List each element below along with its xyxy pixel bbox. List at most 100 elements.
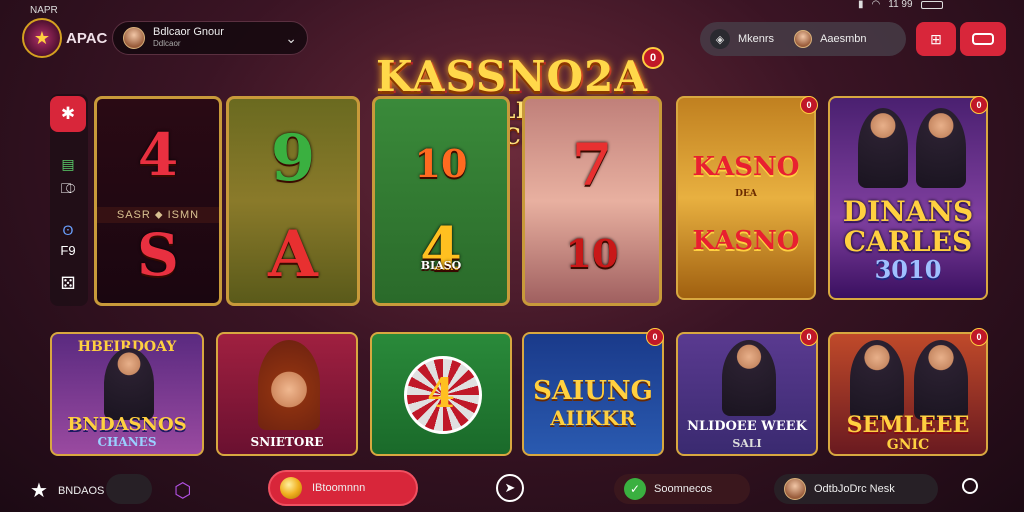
tile-nlidoee-line1: NLIDOEE WEEK [687,419,807,434]
tile-kasno-mid: DEA [735,189,757,199]
app-title: APAC [66,30,108,47]
compass-icon: ➤ [504,480,516,495]
reel-4-bottom-symbol: 10 [565,231,619,276]
compass-icon[interactable]: ◈ [710,29,730,49]
user-name: Bdlcaor Gnour [153,26,224,38]
person-image [850,340,904,420]
tile-saiung[interactable]: SAIUNG AIIKKR [522,332,664,456]
reel-4-top-symbol: 7 [571,131,613,199]
signal-icon: ▮ [858,0,864,10]
profile-pill[interactable]: OdtbJoDrc Nesk [774,474,938,504]
reel-2[interactable]: 9 A [226,96,360,306]
reel-1[interactable]: 4 SASR ⬥ ISMN S [94,96,222,306]
tile-semleee-line1: SEMLEEE [846,412,970,438]
tile-sneltore[interactable]: SNIETORE [216,332,358,456]
person-image [914,340,968,420]
tile-nlidoee-badge: 0 [800,328,818,346]
hero-title: KASSNO2A [376,52,648,101]
tile-saiung-line2: AIIKKR [550,406,636,430]
chevron-down-icon: ⌄ [285,29,297,46]
tile-nlidoee-line2: SALI [732,437,762,450]
coin-icon [280,477,302,499]
avatar [784,478,806,500]
user-profile-dropdown[interactable]: Bdlcaor Gnour Ddlcaor ⌄ [112,21,308,55]
tile-binasnos[interactable]: HBEIRDOAY BNDASNOS CHANES [50,332,204,456]
tile-chips[interactable]: 4 [370,332,512,456]
reel-2-bottom-symbol: A [268,217,318,292]
cube-icon[interactable]: ⬡ [174,478,191,503]
tile-sneltore-line1: SNIETORE [250,435,324,449]
reel-4[interactable]: 7 10 [522,96,662,306]
menu-button[interactable] [960,22,1006,56]
person-image [858,108,908,188]
compass-button[interactable]: ➤ [496,474,524,502]
user-subtitle: Ddlcaor [153,39,181,48]
controller-icon: ⎄ [60,179,76,196]
header-right-pill[interactable]: ◈ Mkenrs Aaesmbn [700,22,906,56]
hero-badge: 0 [642,47,664,69]
tile-dinans-line2: CARLES [843,225,973,258]
person-image [916,108,966,188]
tile-nlidoee[interactable]: NLIDOEE WEEK SALI [676,332,818,456]
shield-icon: ✓ [624,478,646,500]
tile-kasno[interactable]: KASNO DEA KASNO [676,96,816,300]
coin-balance-button[interactable]: IBtoomnnn [268,470,418,506]
status-time: 11 99 [888,0,913,10]
coin-balance-label: IBtoomnnn [312,482,366,494]
reel-3[interactable]: 10 4 BIASO [372,96,510,306]
bottom-small-pill[interactable] [106,474,152,504]
tile-kasno-badge: 0 [800,96,818,114]
sidebar-item-controller[interactable]: ⎄ [50,170,86,206]
avatar [123,27,145,49]
person-image [722,340,776,416]
tile-dinans-carles[interactable]: DINANS CARLES 3010 [828,96,988,300]
dice-icon: ⚄ [60,274,76,293]
user-name-block: Bdlcaor Gnour Ddlcaor [153,27,285,49]
reel-2-top-symbol: 9 [270,121,316,196]
sidebar-item-puzzle[interactable]: ✱ [50,96,86,132]
reel-1-top-symbol: 4 [137,121,179,189]
tile-saiung-line1: SAIUNG [533,376,653,406]
wifi-icon: ◠ [871,0,881,10]
tile-saiung-badge: 0 [646,328,664,346]
star-icon: ★ [30,480,48,502]
avatar-small [794,30,813,48]
reel-3-top-symbol: 10 [414,141,468,186]
tile-dinans-line1: DINANS [842,195,974,228]
reel-1-bottom-symbol: S [137,221,179,289]
tile-binasnos-line2: CHANES [97,435,157,449]
tile-semleee-badge: 0 [970,328,988,346]
tile-chips-line1: 4 [427,370,455,417]
header-item-2[interactable]: Aaesmbn [820,33,866,45]
person-image [104,348,154,420]
tile-kasno-line1: KASNO [692,152,800,182]
grid-menu-button[interactable]: ⊞ [916,22,956,56]
tile-kasno-line2: KASNO [692,226,800,256]
app-logo[interactable]: ★ [22,18,62,58]
status-pill-label: Soomnecos [654,483,713,495]
search-button[interactable] [962,478,978,499]
search-icon [962,478,978,494]
menu-icon [972,33,994,45]
sidebar-item-dice[interactable]: ⚄ [50,266,86,302]
character-image [258,340,320,430]
bottom-star-item[interactable]: ★ BNDAOS [30,478,104,503]
grid-icon: ⊞ [930,30,942,47]
tile-dinans-badge: 0 [970,96,988,114]
reel-3-bottom-label: BIASO [420,259,462,272]
tile-semleee-line2: GNIC [886,437,930,453]
puzzle-icon: ✱ [60,104,76,123]
status-left: NAPR [30,0,58,18]
battery-icon [920,1,943,9]
tile-dinans-line3: 3010 [874,255,942,284]
status-icons: ▮ ◠ 11 99 [858,0,943,10]
status-text-left: NAPR [30,5,58,16]
tile-binasnos-line1: BNDASNOS [67,414,187,435]
header-item-1[interactable]: Mkenrs [738,33,774,45]
profile-pill-label: OdtbJoDrc Nesk [814,483,895,495]
tile-semleee[interactable]: SEMLEEE GNIC [828,332,988,456]
sidebar-item-f9[interactable]: F9 [50,232,86,268]
bottom-star-label: BNDAOS [57,484,105,497]
status-pill[interactable]: ✓ Soomnecos [614,474,750,504]
f9-label: F9 [60,242,76,258]
